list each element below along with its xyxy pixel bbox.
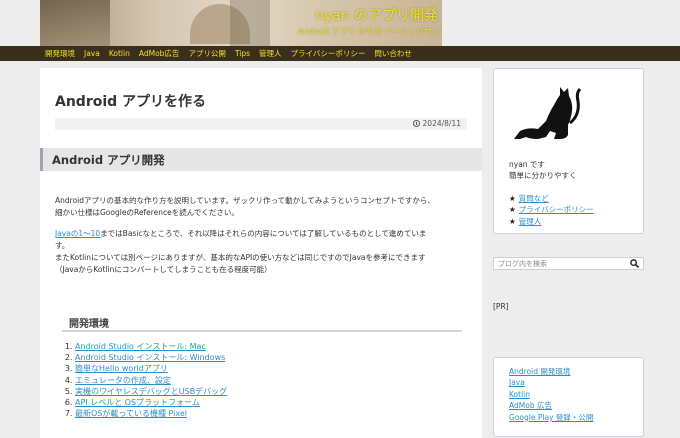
dev-env-list: Android Studio インストール: Mac Android Studi… <box>60 341 227 419</box>
search-box <box>493 257 644 270</box>
section-heading-text: Android アプリ開発 <box>52 153 165 167</box>
notes-paragraph: Javaの1～10まではBasicなところで、それ以降はそれらの内容については了… <box>55 228 470 276</box>
nav-item-kotlin[interactable]: Kotlin <box>109 49 130 58</box>
intro-paragraph: Androidアプリの基本的な作り方を説明しています。ザックリ作って動かしてみよ… <box>55 195 470 219</box>
toc-link-debugging[interactable]: 実機のワイヤレスデバッグとUSBデバッグ <box>75 387 227 396</box>
list-item: Google Play 登録・公開 <box>509 412 593 423</box>
toc-link-install-mac[interactable]: Android Studio インストール: Mac <box>75 342 206 351</box>
nav-item-admob[interactable]: AdMob広告 <box>139 48 180 59</box>
search-icon[interactable] <box>630 259 639 268</box>
banner-photo-shade <box>40 0 110 46</box>
list-item: Android Studio インストール: Mac <box>75 341 227 352</box>
post-date: 2024/8/11 <box>412 119 461 128</box>
main-nav: 開発環境 Java Kotlin AdMob広告 アプリ公開 Tips 管理人 … <box>0 46 680 61</box>
category-link-admob[interactable]: AdMob 広告 <box>509 401 552 410</box>
nav-item-tips[interactable]: Tips <box>235 49 250 58</box>
star-icon: ★ <box>509 216 516 226</box>
list-item: API レベルと OSプラットフォーム <box>75 397 227 408</box>
toc-link-hello-world[interactable]: 簡単なHello worldアプリ <box>75 364 168 373</box>
list-item: ★ プライバシーポリシー <box>509 204 594 215</box>
category-list: Android 開発環境 Java Kotlin AdMob 広告 Google… <box>509 366 593 423</box>
notes-line-1: Javaの1～10まではBasicなところで、それ以降はそれらの内容については了… <box>55 228 470 240</box>
toc-link-api-level[interactable]: API レベルと OSプラットフォーム <box>75 398 200 407</box>
profile-links: ★ 質問など ★ プライバシーポリシー ★ 管理人 <box>509 193 594 227</box>
star-icon: ★ <box>509 205 516 215</box>
post-date-text: 2024/8/11 <box>422 119 461 128</box>
nav-item-dev-env[interactable]: 開発環境 <box>45 48 75 59</box>
cat-logo-icon <box>514 87 582 139</box>
category-link-kotlin[interactable]: Kotlin <box>509 390 530 399</box>
category-link-dev-env[interactable]: Android 開発環境 <box>509 367 570 376</box>
section-heading: Android アプリ開発 <box>40 148 482 171</box>
list-item: エミュレータの作成、設定 <box>75 375 227 386</box>
site-title[interactable]: nyan のアプリ開発 <box>315 5 438 25</box>
category-link-java[interactable]: Java <box>509 378 525 387</box>
banner-photo-shadow <box>230 0 270 46</box>
notes-line-2: す。 <box>55 241 70 250</box>
site-subtitle: Android アプリ 作り方 ベーシックサンプル集 <box>298 27 442 36</box>
list-item: Android Studio インストール: Windows <box>75 352 227 363</box>
toc-link-pixel[interactable]: 最新OSが載っている機種 Pixel <box>75 409 187 418</box>
questions-link[interactable]: 質問など <box>519 194 549 203</box>
nav-item-privacy[interactable]: プライバシーポリシー <box>291 48 366 59</box>
toc-link-install-windows[interactable]: Android Studio インストール: Windows <box>75 353 225 362</box>
list-item: 簡単なHello worldアプリ <box>75 363 227 374</box>
subheading-text: 開発環境 <box>69 319 109 330</box>
categories-widget: Android 開発環境 Java Kotlin AdMob 広告 Google… <box>493 357 644 437</box>
nav-item-java[interactable]: Java <box>84 49 100 58</box>
star-icon: ★ <box>509 194 516 203</box>
clock-icon <box>412 120 420 127</box>
search-input[interactable] <box>498 258 623 269</box>
list-item: Kotlin <box>509 389 593 400</box>
privacy-policy-link[interactable]: プライバシーポリシー <box>519 205 594 214</box>
page-title: Android アプリを作る <box>55 94 207 110</box>
list-item: Android 開発環境 <box>509 366 593 377</box>
pr-label: [PR] <box>493 302 509 311</box>
toc-link-emulator[interactable]: エミュレータの作成、設定 <box>75 376 171 385</box>
nav-item-admin[interactable]: 管理人 <box>259 48 282 59</box>
profile-widget: nyan です 簡単に分かりやすく ★ 質問など ★ プライバシーポリシー ★ 管理人 <box>493 68 644 234</box>
list-item: Java <box>509 377 593 388</box>
notes-line-4: （JavaからKotlinにコンバートしてしまうことも在る程度可能） <box>55 265 272 274</box>
notes-line-3: またKotlinについては別ページにありますが、基本的なAPIの使い方などは同じ… <box>55 253 426 262</box>
main-content: Android アプリを作る 2024/8/11 Android アプリ開発 A… <box>40 68 482 438</box>
profile-name: nyan です <box>509 160 545 169</box>
list-item: ★ 管理人 <box>509 216 594 227</box>
list-item: AdMob 広告 <box>509 400 593 411</box>
subheading: 開発環境 <box>62 311 462 332</box>
list-item: 実機のワイヤレスデバッグとUSBデバッグ <box>75 386 227 397</box>
category-link-google-play[interactable]: Google Play 登録・公開 <box>509 413 593 422</box>
date-bar: 2024/8/11 <box>55 118 467 130</box>
admin-link[interactable]: 管理人 <box>519 217 542 226</box>
java-lessons-link[interactable]: Javaの1～10 <box>55 229 100 238</box>
header-banner[interactable]: nyan のアプリ開発 Android アプリ 作り方 ベーシックサンプル集 <box>40 0 442 46</box>
intro-line-1: Androidアプリの基本的な作り方を説明しています。ザックリ作って動かしてみよ… <box>55 196 435 205</box>
intro-line-2: 細かい仕様はGoogleのReferenceを読んでください。 <box>55 208 239 217</box>
list-item: ★ 質問など <box>509 193 594 204</box>
notes-line-1-text: まではBasicなところで、それ以降はそれらの内容については了解しているものとし… <box>100 229 427 238</box>
nav-item-contact[interactable]: 問い合わせ <box>374 48 412 59</box>
nav-item-publish[interactable]: アプリ公開 <box>188 48 226 59</box>
list-item: 最新OSが載っている機種 Pixel <box>75 408 227 419</box>
profile-tagline: 簡単に分かりやすく <box>509 171 577 180</box>
